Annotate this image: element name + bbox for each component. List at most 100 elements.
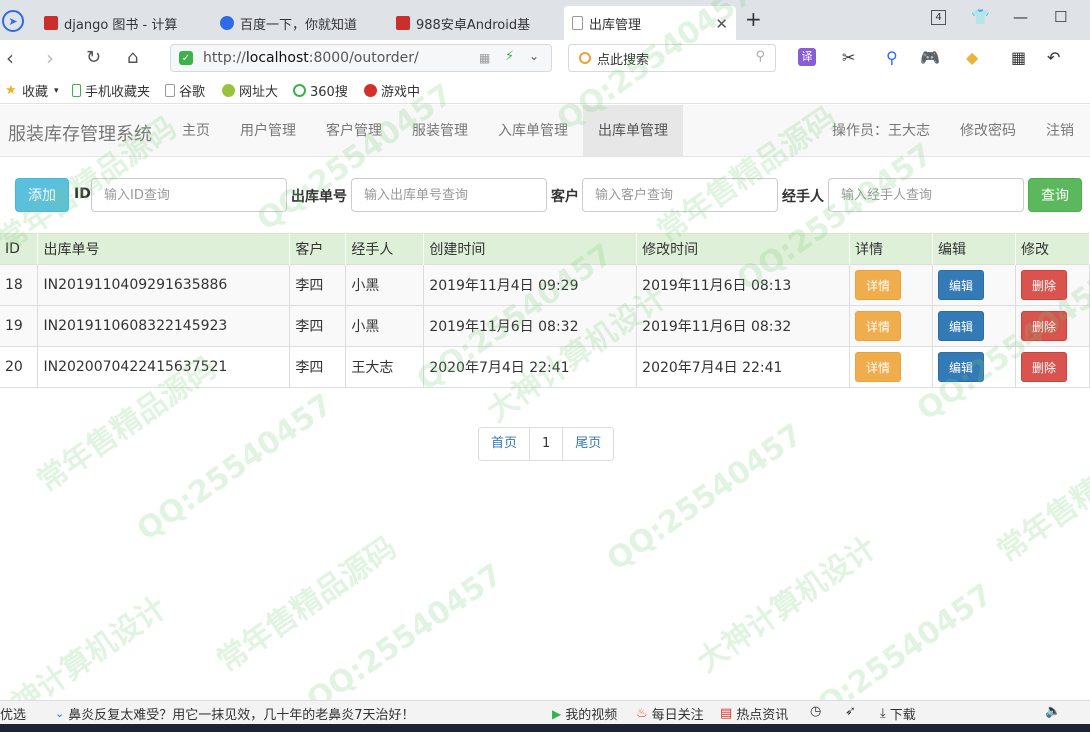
column-header-id: ID (0, 233, 39, 265)
browser-tab-django[interactable]: django 图书 - 计算 (36, 6, 206, 40)
apps-grid-icon[interactable]: ▦ (1011, 48, 1026, 67)
customer-search-input[interactable] (582, 178, 778, 212)
clock-icon[interactable]: ◷ (810, 704, 821, 719)
speaker-icon[interactable]: 🔈 (1045, 704, 1061, 719)
detail-button[interactable]: 详情 (855, 270, 902, 300)
undo-icon[interactable]: ↶ (1047, 48, 1060, 67)
lightning-icon[interactable]: ⚡ (505, 49, 514, 64)
bookmark-nav[interactable]: 网址大 (222, 81, 278, 100)
logout-link[interactable]: 注销 (1031, 105, 1089, 157)
browser-search-field[interactable]: 点此搜索 ⚲ (568, 44, 776, 72)
browser-status-bar: 优选 ⌄ 鼻炎反复太难受？用它一抹见效，几十年的老鼻炎7天治好！ ▶ 我的视频 ♨ 每… (0, 700, 1090, 724)
cell-detail: 详情 (849, 264, 933, 306)
play-icon: ▶ (552, 706, 562, 721)
detail-button[interactable]: 详情 (855, 311, 902, 341)
table-row: 20 IN2020070422415637521 李四 王大志 2020年7月4… (0, 346, 1090, 388)
back-icon[interactable]: ‹ (6, 46, 14, 70)
scissors-icon[interactable]: ✂ (842, 48, 855, 67)
browser-tab-988[interactable]: 988安卓Android基 (388, 6, 560, 40)
app-brand[interactable]: 服装库存管理系统 (8, 120, 152, 146)
delete-button[interactable]: 删除 (1020, 270, 1067, 300)
table-header-row: ID 出库单号 客户 经手人 创建时间 修改时间 详情 编辑 修改 (0, 233, 1090, 265)
add-button[interactable]: 添加 (15, 178, 69, 212)
column-header-edit: 编辑 (932, 233, 1016, 265)
cell-modified: 2019年11月6日 08:13 (636, 264, 851, 306)
browser-tab-baidu[interactable]: 百度一下，你就知道 (212, 6, 384, 40)
column-header-detail: 详情 (849, 233, 933, 265)
rocket-icon[interactable]: ➶ (845, 704, 856, 719)
handler-search-input[interactable] (828, 178, 1024, 212)
last-page-link[interactable]: 尾页 (562, 427, 615, 461)
hot-news-link[interactable]: ▤ 热点资讯 (720, 704, 788, 723)
cell-id: 20 (0, 346, 39, 388)
download-link[interactable]: ⤓ 下载 (880, 704, 916, 723)
status-ad-text[interactable]: ⌄ 鼻炎反复太难受？用它一抹见效，几十年的老鼻炎7天治好！ (55, 704, 415, 723)
edit-button[interactable]: 编辑 (937, 352, 984, 382)
nav-home[interactable]: 主页 (167, 105, 225, 157)
qr-code-icon[interactable]: ▦ (479, 51, 490, 65)
new-tab-icon[interactable]: + (745, 7, 762, 31)
bookmark-360[interactable]: 360搜 (293, 81, 348, 100)
column-header-modify: 修改 (1015, 233, 1090, 265)
cell-edit: 编辑 (932, 264, 1016, 306)
coupon-icon[interactable]: ◆ (966, 48, 978, 67)
bookmark-google[interactable]: 谷歌 (165, 81, 205, 100)
refresh-icon[interactable]: ↻ (86, 46, 101, 70)
watermark-text: QQ:25540457 (300, 557, 510, 718)
handler-label: 经手人 (782, 189, 824, 205)
nav-clothing[interactable]: 服装管理 (397, 105, 483, 157)
search-icon[interactable]: ⚲ (755, 49, 765, 64)
game-controller-icon[interactable]: 🎮 (920, 48, 940, 67)
tab-title: django 图书 - 计算 (64, 17, 178, 33)
browser-tab-active[interactable]: 出库管理 ✕ (564, 6, 736, 40)
skin-icon[interactable]: 👕 (971, 8, 990, 26)
detail-button[interactable]: 详情 (855, 352, 902, 382)
url-field[interactable]: ✓ http://localhost:8000/outorder/ ▦ ⚡ ⌄ (170, 44, 552, 72)
page-number-link[interactable]: 1 (529, 427, 564, 461)
order-number-search-input[interactable] (351, 178, 547, 212)
minimize-icon[interactable]: — (1013, 8, 1028, 26)
translate-icon[interactable]: 译 (798, 48, 816, 66)
baidu-paw-icon (220, 16, 234, 30)
browser-logo-icon[interactable]: ➤ (2, 10, 24, 32)
status-left-label[interactable]: 优选 (0, 704, 26, 723)
first-page-link[interactable]: 首页 (478, 427, 531, 461)
chevron-down-icon[interactable]: ⌄ (529, 49, 539, 63)
cell-edit: 编辑 (932, 305, 1016, 347)
secure-shield-icon: ✓ (179, 51, 193, 65)
bookmark-mobile[interactable]: 手机收藏夹 (72, 81, 150, 100)
table-row: 18 IN2019110409291635886 李四 小黑 2019年11月4… (0, 264, 1090, 306)
query-button[interactable]: 查询 (1028, 178, 1082, 212)
edit-button[interactable]: 编辑 (937, 311, 984, 341)
bookmark-games[interactable]: 游戏中 (364, 81, 420, 100)
maximize-icon[interactable]: ☐ (1054, 8, 1067, 26)
bookmark-favorites[interactable]: ★ 收藏 ▾ (5, 81, 59, 100)
id-search-input[interactable] (91, 178, 287, 212)
nav-users[interactable]: 用户管理 (225, 105, 311, 157)
nav-outbound[interactable]: 出库单管理 (583, 105, 683, 157)
daily-follow-link[interactable]: ♨ 每日关注 (636, 704, 704, 723)
delete-button[interactable]: 删除 (1020, 352, 1067, 382)
change-password-link[interactable]: 修改密码 (945, 105, 1031, 157)
home-icon[interactable]: ⌂ (127, 46, 138, 70)
game-icon (364, 84, 377, 97)
watermark-text: 常年售精品源码 (210, 530, 404, 680)
nav-inbound[interactable]: 入库单管理 (483, 105, 583, 157)
cell-detail: 详情 (849, 305, 933, 347)
browser-tab-strip: ➤ django 图书 - 计算 百度一下，你就知道 988安卓Android基… (0, 0, 1090, 40)
star-icon: ★ (5, 83, 17, 98)
edit-button[interactable]: 编辑 (937, 270, 984, 300)
tab-count-badge[interactable]: 4 (931, 10, 946, 25)
close-tab-icon[interactable]: ✕ (715, 15, 728, 33)
forward-icon[interactable]: › (46, 46, 54, 70)
id-label: ID (74, 186, 91, 202)
delete-button[interactable]: 删除 (1020, 311, 1067, 341)
nav-customers[interactable]: 客户管理 (311, 105, 397, 157)
zoom-icon[interactable]: ⚲ (886, 48, 898, 67)
cell-delete: 删除 (1015, 346, 1090, 388)
my-video-link[interactable]: ▶ 我的视频 (552, 704, 617, 724)
pagination: 首页 1 尾页 (478, 427, 615, 461)
cell-edit: 编辑 (932, 346, 1016, 388)
watermark-text: QQ:25540457 (130, 387, 340, 548)
cell-customer: 李四 (289, 305, 347, 347)
